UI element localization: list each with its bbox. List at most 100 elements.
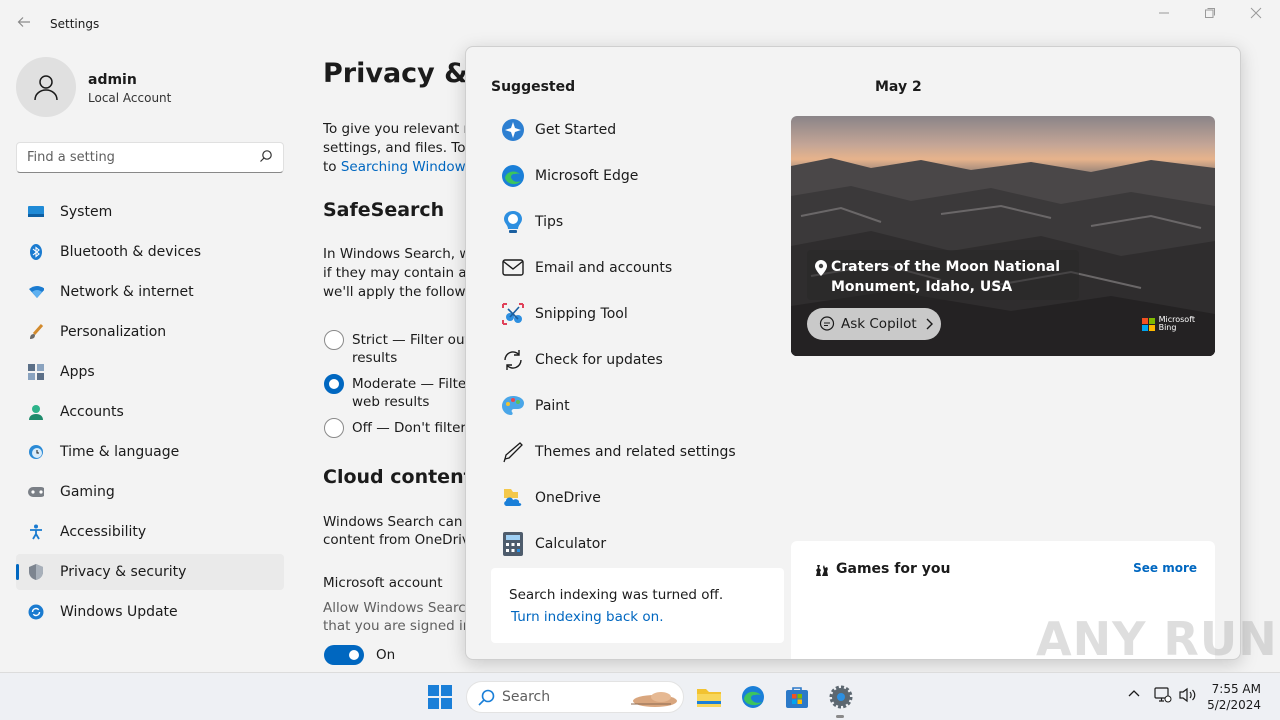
edge-icon xyxy=(501,164,525,188)
user-name: admin xyxy=(88,72,137,88)
suggested-label: Snipping Tool xyxy=(535,306,628,322)
highlight-date: May 2 xyxy=(875,79,922,95)
settings-icon[interactable] xyxy=(827,683,855,711)
suggested-get-started[interactable]: Get Started xyxy=(491,107,791,153)
microsoft-bing-logo: Microsoft Bing xyxy=(1141,316,1195,332)
suggested-check-updates[interactable]: Check for updates xyxy=(491,337,791,383)
sidebar-item-apps[interactable]: Apps xyxy=(16,354,284,390)
moderate-radio[interactable] xyxy=(324,374,344,394)
safesearch-heading: SafeSearch xyxy=(323,199,445,221)
update-icon xyxy=(28,604,44,620)
sidebar-item-label: Network & internet xyxy=(60,284,194,300)
edge-icon[interactable] xyxy=(739,683,767,711)
suggested-label: Tips xyxy=(535,214,564,230)
suggested-heading: Suggested xyxy=(491,79,576,95)
sidebar-item-label: Apps xyxy=(60,364,95,380)
suggested-themes-settings[interactable]: Themes and related settings xyxy=(491,429,791,475)
chevron-up-icon[interactable] xyxy=(1128,687,1140,702)
suggested-paint[interactable]: Paint xyxy=(491,383,791,429)
sidebar-item-label: Bluetooth & devices xyxy=(60,244,202,260)
radio-label-line: web results xyxy=(352,394,430,410)
sidebar-item-label: System xyxy=(60,204,113,220)
suggested-tips[interactable]: Tips xyxy=(491,199,791,245)
brush-icon xyxy=(28,324,44,340)
sidebar-item-privacy-security[interactable]: Privacy & security xyxy=(16,554,284,590)
microsoft-account-toggle[interactable] xyxy=(324,645,364,665)
person-icon xyxy=(34,75,58,101)
strict-radio-label: Strict — Filter out a results xyxy=(352,331,473,367)
windows-start-icon[interactable] xyxy=(428,685,452,713)
find-setting-input[interactable] xyxy=(17,143,247,172)
suggested-onedrive[interactable]: OneDrive xyxy=(491,475,791,521)
avatar[interactable] xyxy=(16,57,76,117)
radio-label-line: Moderate — Filter xyxy=(352,376,472,392)
find-setting-box[interactable] xyxy=(16,142,284,173)
close-button[interactable] xyxy=(1233,6,1279,30)
sidebar-item-personalization[interactable]: Personalization xyxy=(16,314,284,350)
search-flyout: Suggested Get Started Microsoft Edge Tip… xyxy=(465,46,1241,660)
sidebar-nav: System Bluetooth & devices Network & int… xyxy=(16,194,284,634)
suggested-label: Themes and related settings xyxy=(535,444,736,460)
sidebar-item-label: Accounts xyxy=(60,404,124,420)
suggested-calculator[interactable]: Calculator xyxy=(491,521,791,567)
app-title: Settings xyxy=(50,17,100,31)
bing-logo-line: Bing xyxy=(1158,323,1177,332)
sidebar-item-label: Privacy & security xyxy=(60,564,187,580)
sidebar-item-bluetooth[interactable]: Bluetooth & devices xyxy=(16,234,284,270)
network-icon[interactable] xyxy=(1154,687,1172,707)
suggested-snipping-tool[interactable]: Snipping Tool xyxy=(491,291,791,337)
intro-text-line: to Searching Windows xyxy=(323,158,473,177)
sidebar-item-windows-update[interactable]: Windows Update xyxy=(16,594,284,630)
sidebar-item-accounts[interactable]: Accounts xyxy=(16,394,284,430)
sidebar-item-accessibility[interactable]: Accessibility xyxy=(16,514,284,550)
taskbar-search-box[interactable]: Search xyxy=(466,681,684,713)
mail-icon xyxy=(501,256,525,280)
taskbar-clock[interactable]: 7:55 AM 5/2/2024 xyxy=(1207,681,1261,713)
back-arrow-icon[interactable] xyxy=(12,12,36,36)
volume-icon[interactable] xyxy=(1179,687,1197,707)
onedrive-icon xyxy=(501,486,525,510)
person-icon xyxy=(28,404,44,420)
search-highlight-image[interactable]: Craters of the Moon National Monument, I… xyxy=(791,116,1215,356)
suggested-email-accounts[interactable]: Email and accounts xyxy=(491,245,791,291)
sidebar-item-time-language[interactable]: Time & language xyxy=(16,434,284,470)
file-explorer-icon[interactable] xyxy=(695,683,723,711)
microsoft-account-heading: Microsoft account xyxy=(323,575,443,591)
clock-date: 5/2/2024 xyxy=(1207,698,1261,712)
suggested-label: Calculator xyxy=(535,536,607,552)
strict-radio[interactable] xyxy=(324,330,344,350)
ask-copilot-button[interactable]: Ask Copilot xyxy=(807,308,941,340)
location-pin-icon xyxy=(815,260,827,280)
sidebar-item-system[interactable]: System xyxy=(16,194,284,230)
searching-windows-link[interactable]: Searching Windows xyxy=(341,159,473,175)
suggested-label: Email and accounts xyxy=(535,260,673,276)
off-radio-label: Off — Don't filter a xyxy=(352,420,473,436)
suggested-label: Microsoft Edge xyxy=(535,168,639,184)
indexing-message: Search indexing was turned off. xyxy=(509,587,724,603)
tips-icon xyxy=(501,210,525,234)
sidebar-item-label: Time & language xyxy=(60,444,180,460)
sidebar-item-network[interactable]: Network & internet xyxy=(16,274,284,310)
minimize-button[interactable] xyxy=(1141,6,1187,30)
paint-icon xyxy=(501,394,525,418)
bing-logo-text: Microsoft Bing xyxy=(1159,316,1195,332)
active-app-indicator xyxy=(836,715,844,718)
suggested-label: OneDrive xyxy=(535,490,601,506)
search-icon[interactable] xyxy=(259,149,273,167)
safesearch-desc-line: we'll apply the followin xyxy=(323,284,473,300)
store-icon[interactable] xyxy=(783,683,811,711)
snipping-tool-icon xyxy=(501,302,525,326)
chess-pieces-icon xyxy=(813,561,829,581)
pen-icon xyxy=(501,440,525,464)
sidebar-item-label: Gaming xyxy=(60,484,115,500)
shield-icon xyxy=(28,564,44,580)
suggested-microsoft-edge[interactable]: Microsoft Edge xyxy=(491,153,791,199)
page-title: Privacy & se xyxy=(323,58,473,89)
see-more-link[interactable]: See more xyxy=(1133,561,1197,575)
restore-button[interactable] xyxy=(1187,6,1233,30)
sidebar-item-gaming[interactable]: Gaming xyxy=(16,474,284,510)
off-radio[interactable] xyxy=(324,418,344,438)
search-icon xyxy=(477,689,495,711)
ms-account-desc-line: Allow Windows Search xyxy=(323,600,473,616)
turn-indexing-on-link[interactable]: Turn indexing back on. xyxy=(511,609,664,625)
